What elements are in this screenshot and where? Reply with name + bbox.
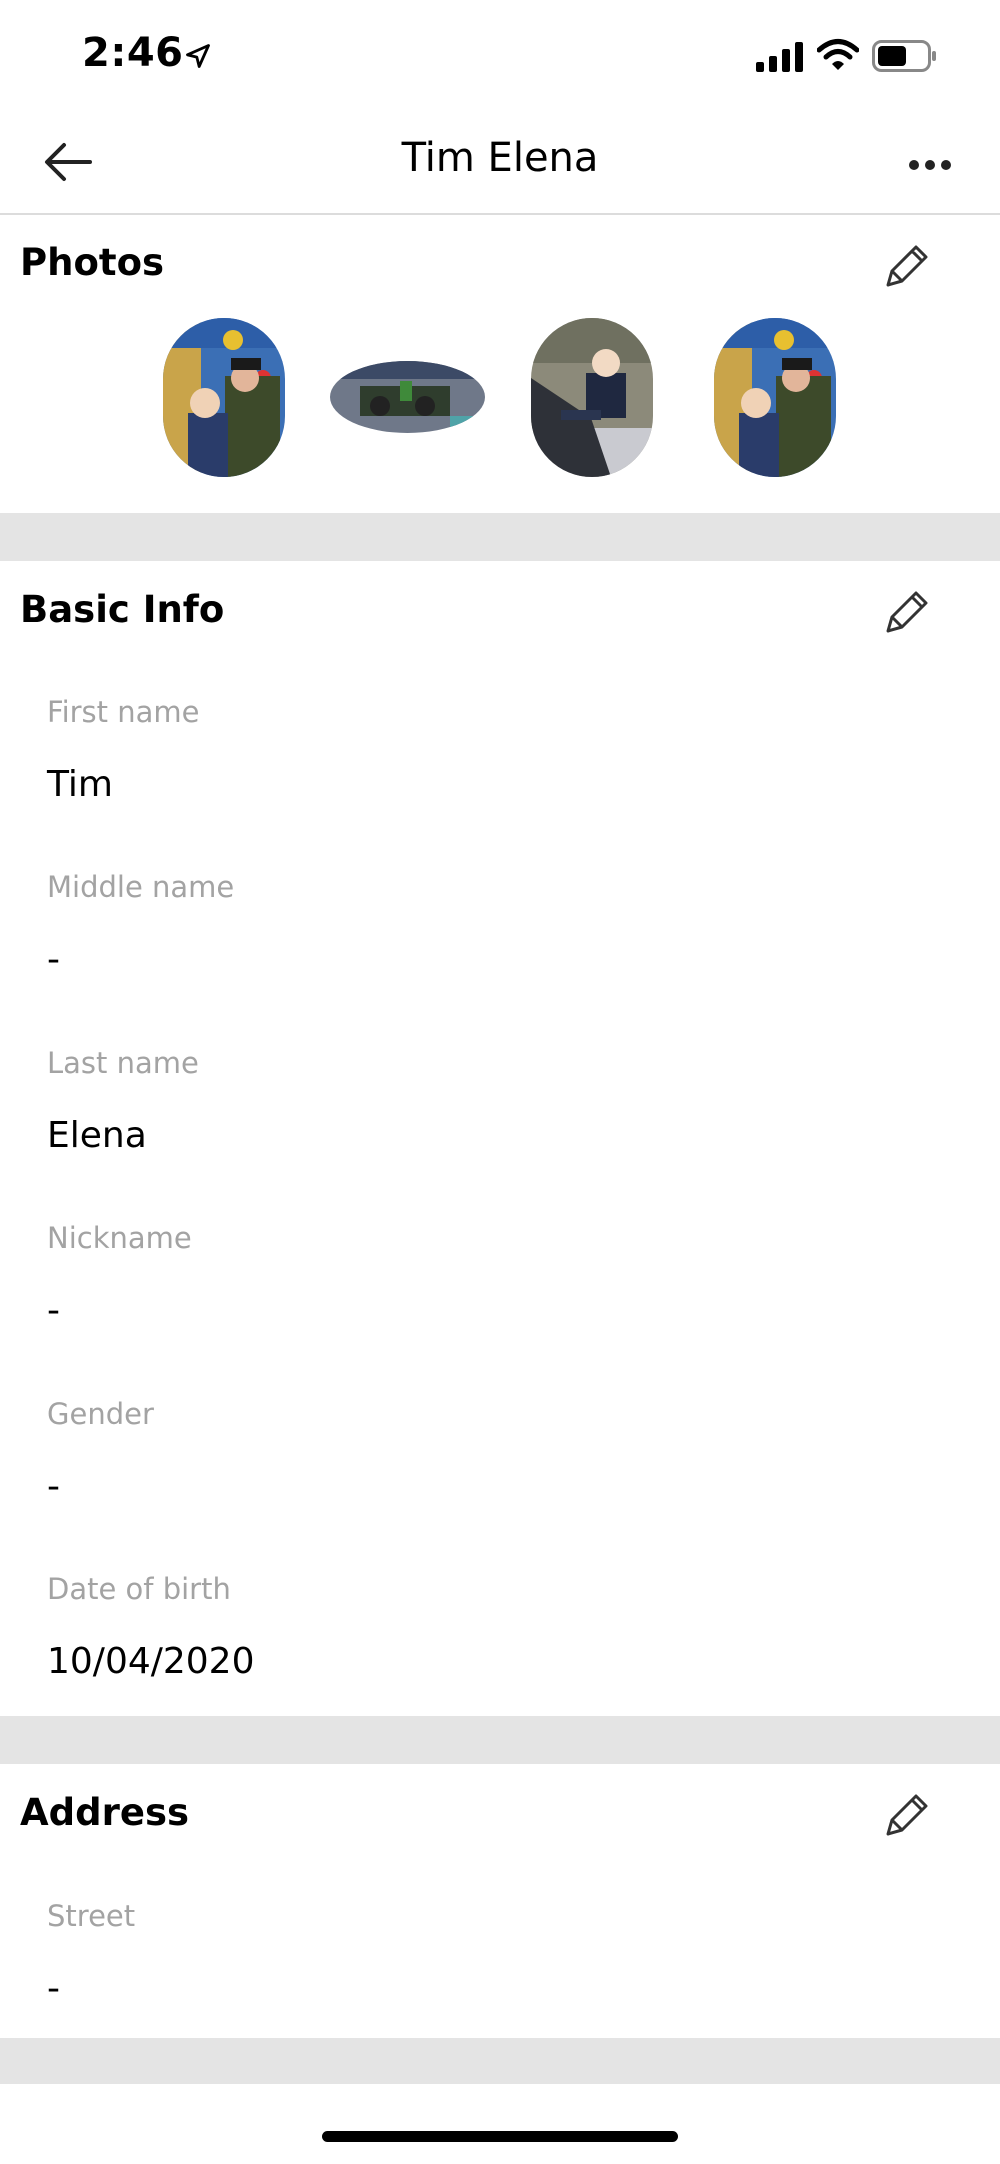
pencil-icon — [886, 591, 928, 633]
page-title: Tim Elena — [401, 135, 599, 181]
wifi-icon — [817, 39, 859, 70]
location-arrow-icon — [186, 44, 210, 68]
photo-thumbnail-4[interactable] — [714, 318, 836, 477]
date-of-birth-label: Date of birth — [47, 1572, 231, 1606]
street-label: Street — [47, 1899, 136, 1933]
basic-info-section: Basic Info First name Tim Middle name - … — [0, 561, 1000, 1716]
status-bar: 2:46 — [0, 0, 1000, 115]
first-name-label: First name — [47, 695, 200, 729]
nav-bar: Tim Elena — [0, 115, 1000, 215]
photo-thumbnail-2[interactable] — [330, 361, 485, 433]
edit-address-button[interactable] — [876, 1786, 936, 1846]
basic-info-title: Basic Info — [20, 588, 225, 631]
middle-name-label: Middle name — [47, 870, 235, 904]
cellular-signal-icon — [756, 42, 803, 72]
section-divider — [0, 1716, 1000, 1764]
edit-basic-info-button[interactable] — [876, 583, 936, 643]
more-horizontal-icon — [909, 160, 951, 170]
middle-name-value: - — [47, 939, 60, 980]
more-options-button[interactable] — [900, 145, 960, 185]
photos-section: Photos — [0, 215, 1000, 513]
status-time: 2:46 — [82, 30, 184, 76]
gender-label: Gender — [47, 1397, 154, 1431]
street-value: - — [47, 1968, 60, 2009]
photos-title: Photos — [20, 241, 165, 284]
gender-value: - — [47, 1466, 60, 1507]
battery-icon — [872, 40, 936, 72]
last-name-value: Elena — [47, 1115, 147, 1156]
edit-photos-button[interactable] — [876, 237, 936, 297]
address-section: Address Street - — [0, 1764, 1000, 2038]
pencil-icon — [886, 245, 928, 287]
address-title: Address — [20, 1791, 189, 1834]
last-name-label: Last name — [47, 1046, 199, 1080]
photo-thumbnail-3[interactable] — [531, 318, 653, 477]
nickname-label: Nickname — [47, 1221, 192, 1255]
first-name-value: Tim — [47, 764, 113, 805]
nickname-value: - — [47, 1290, 60, 1331]
home-indicator[interactable] — [322, 2131, 678, 2142]
photo-thumbnail-1[interactable] — [163, 318, 285, 477]
date-of-birth-value: 10/04/2020 — [47, 1641, 255, 1682]
section-divider — [0, 513, 1000, 561]
section-divider — [0, 2038, 1000, 2084]
pencil-icon — [886, 1794, 928, 1836]
